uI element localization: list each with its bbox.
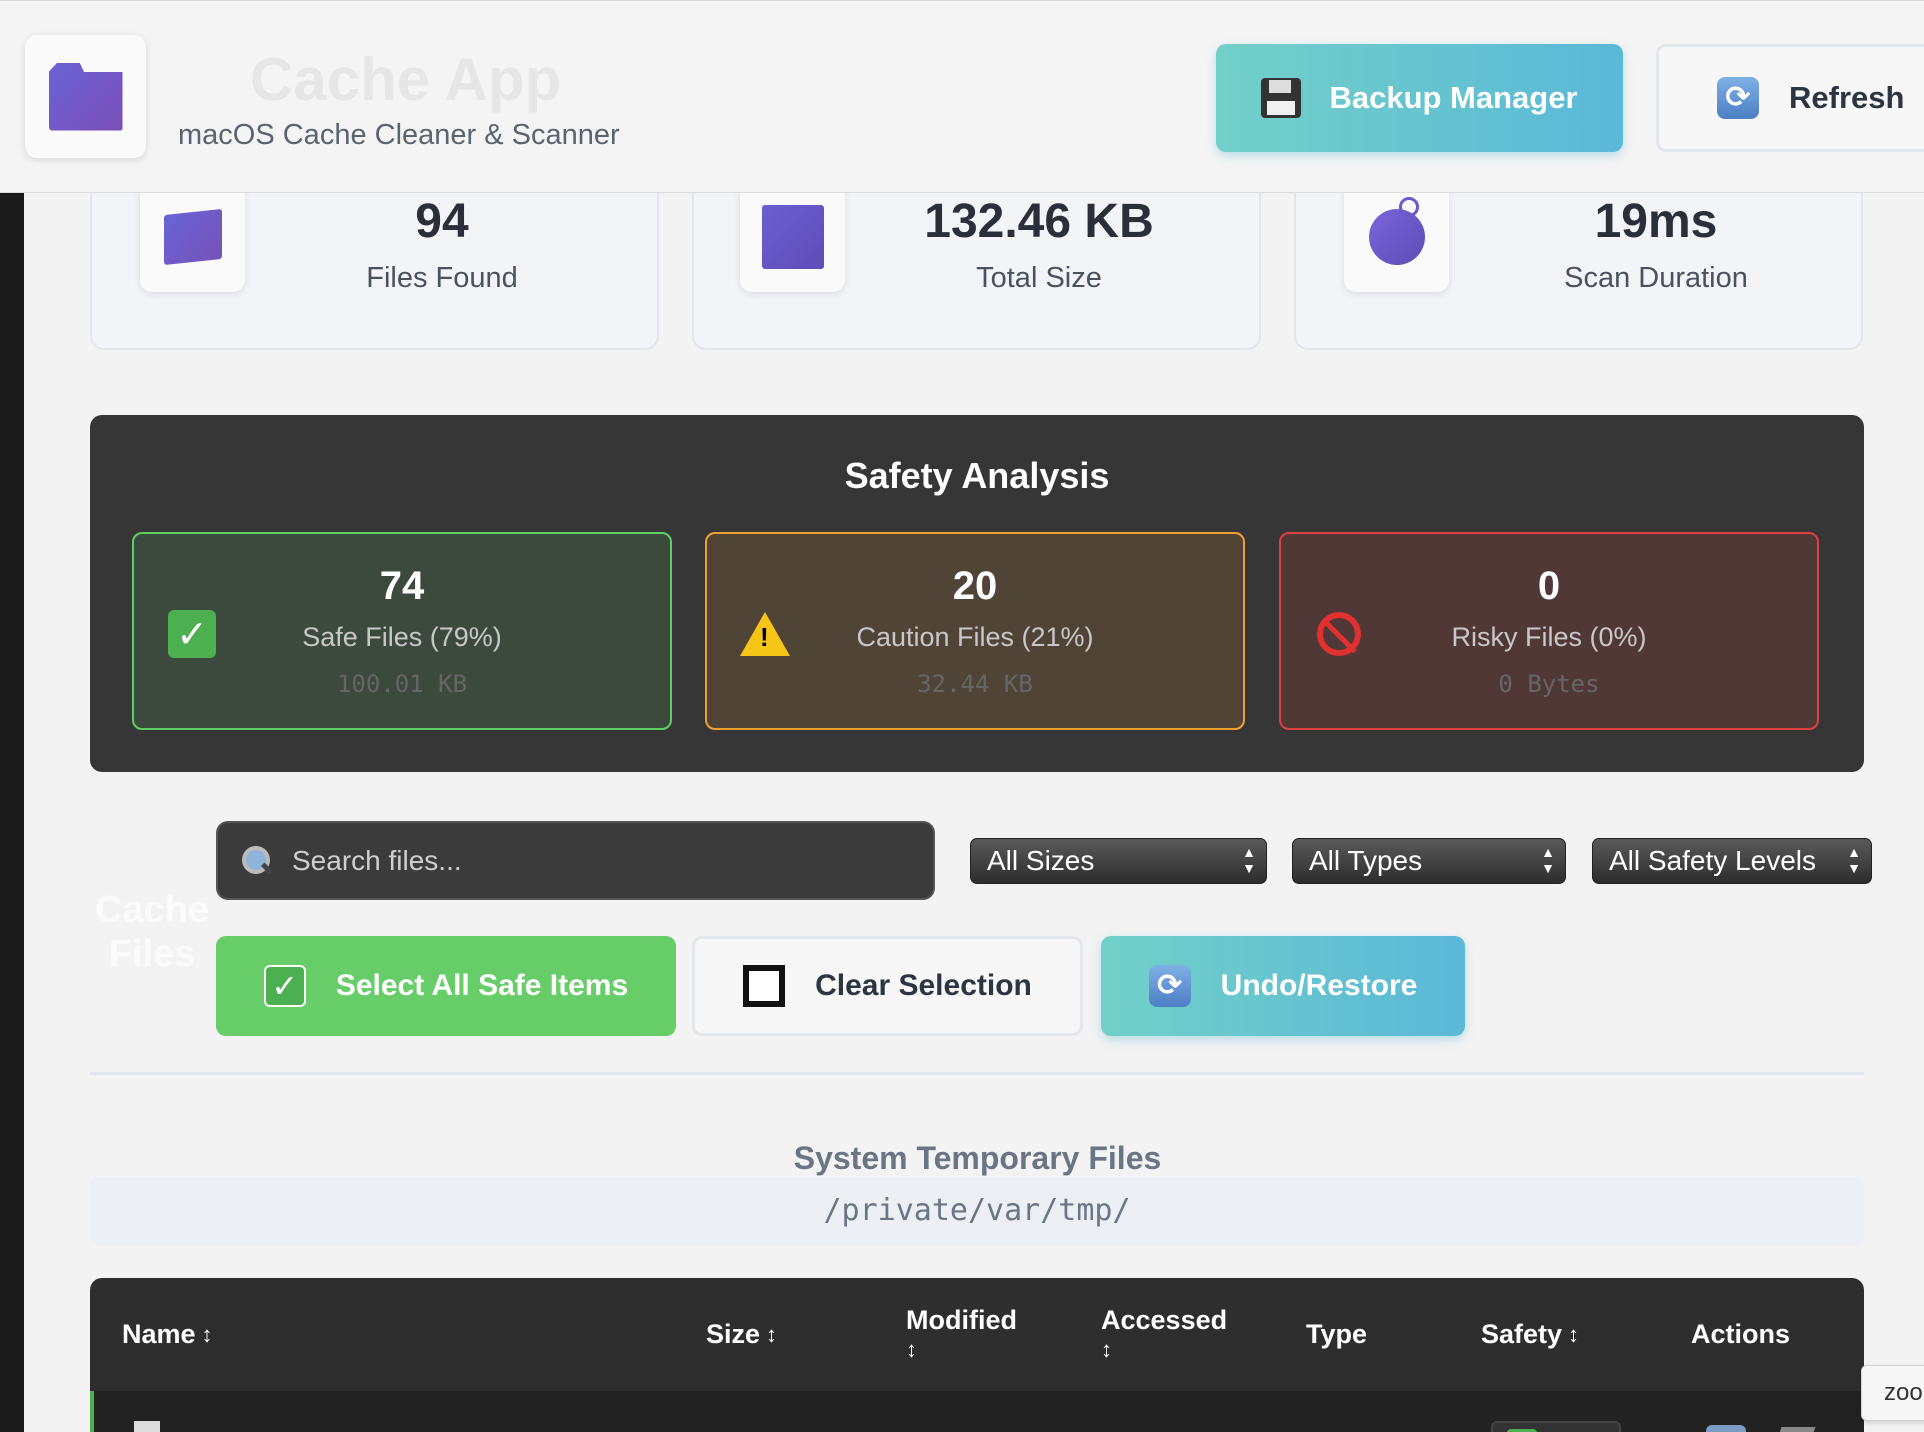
info-icon[interactable] (1706, 1425, 1746, 1432)
size-filter-select[interactable]: All Sizes ▲ ▼ (970, 838, 1267, 884)
risky-size: 0 Bytes (1498, 670, 1600, 698)
left-edge-strip (0, 193, 24, 1432)
app-title: Cache App (250, 46, 562, 113)
stat-value: 132.46 KB (924, 195, 1154, 248)
folder-icon (163, 208, 222, 266)
stat-value: 19ms (1594, 195, 1718, 248)
select-all-safe-label: Select All Safe Items (335, 969, 629, 1002)
cache-files-label: Cache Files (94, 889, 210, 975)
delete-icon[interactable] (1776, 1427, 1816, 1432)
stat-label: Scan Duration (1564, 262, 1748, 294)
caution-count: 20 (952, 564, 998, 608)
check-icon: ✓ (263, 965, 306, 1007)
search-box[interactable] (216, 821, 935, 900)
stat-card-size: 132.46 KB Total Size (692, 170, 1261, 350)
stat-card-files: 94 Files Found (90, 170, 659, 350)
column-header-safety[interactable]: Safety ↕ (1481, 1278, 1579, 1391)
safety-filter-select[interactable]: All Safety Levels ▲ ▼ (1592, 838, 1872, 884)
column-label: Size (706, 1319, 761, 1349)
column-label: Modified (906, 1304, 1017, 1335)
app-subtitle: macOS Cache Cleaner & Scanner (178, 119, 620, 151)
select-arrows-icon: ▲ ▼ (1242, 844, 1256, 876)
app-logo (25, 35, 146, 158)
type-filter-select[interactable]: All Types ▲ ▼ (1292, 838, 1566, 884)
undo-restore-button[interactable]: ⟳ Undo/Restore (1101, 936, 1465, 1036)
category-title: System Temporary Files (793, 1140, 1162, 1176)
column-header-modified[interactable]: Modified ↕ (906, 1278, 1017, 1391)
column-header-type: Type (1306, 1278, 1367, 1391)
caution-size: 32.44 KB (917, 670, 1033, 698)
sort-icon: ↕ (201, 1321, 213, 1347)
stat-icon-box (1344, 182, 1449, 292)
backup-manager-button[interactable]: Backup Manager (1216, 44, 1623, 152)
caution-label: Caution Files (21%) (856, 622, 1094, 652)
safety-analysis-title: Safety Analysis (844, 455, 1110, 496)
safety-filter-value: All Safety Levels (1609, 845, 1816, 876)
select-arrows-icon: ▲ ▼ (1541, 844, 1555, 876)
refresh-label: Refresh (1789, 80, 1905, 115)
sort-icon: ↕ (1568, 1321, 1580, 1347)
stat-label: Total Size (976, 262, 1102, 294)
refresh-icon: ⟳ (1148, 965, 1191, 1007)
column-label: Actions (1691, 1319, 1791, 1349)
stat-label: Files Found (366, 262, 518, 294)
column-header-actions: Actions (1691, 1278, 1790, 1391)
caution-files-card[interactable]: ! 20 Caution Files (21%) 32.44 KB (705, 532, 1245, 730)
risky-files-card[interactable]: 0 Risky Files (0%) 0 Bytes (1279, 532, 1819, 730)
sort-icon: ↕ (1101, 1336, 1112, 1362)
safety-badge (1491, 1421, 1621, 1432)
sort-icon: ↕ (906, 1336, 917, 1362)
safe-count: 74 (379, 564, 425, 608)
safety-analysis-panel: Safety Analysis ✓ 74 Safe Files (79%) 10… (90, 415, 1864, 772)
search-icon (240, 844, 274, 878)
disk-icon (761, 205, 824, 269)
zoom-tooltip: zoo (1861, 1365, 1924, 1421)
stat-icon-box (140, 182, 245, 292)
size-filter-value: All Sizes (987, 845, 1095, 876)
search-input[interactable] (292, 844, 892, 877)
select-arrows-icon: ▲ ▼ (1847, 844, 1861, 876)
safe-size: 100.01 KB (336, 670, 468, 698)
type-filter-value: All Types (1309, 845, 1423, 876)
file-icon (134, 1421, 160, 1432)
backup-manager-label: Backup Manager (1329, 80, 1578, 115)
stat-card-duration: 19ms Scan Duration (1294, 170, 1863, 350)
stat-icon-box (740, 182, 845, 292)
column-header-name[interactable]: Name ↕ (122, 1278, 213, 1391)
floppy-disk-icon (1261, 78, 1302, 118)
column-label: Name (122, 1319, 196, 1349)
column-header-size[interactable]: Size ↕ (706, 1278, 777, 1391)
category-path: /private/var/tmp/ (90, 1177, 1864, 1245)
select-all-safe-button[interactable]: ✓ Select All Safe Items (216, 936, 676, 1036)
files-table: Name ↕ Size ↕ Modified ↕ Accessed ↕ Type… (90, 1278, 1864, 1432)
stat-value: 94 (415, 195, 469, 248)
section-divider (90, 1072, 1864, 1075)
column-label: Safety (1481, 1319, 1563, 1349)
risky-count: 0 (1537, 564, 1561, 608)
refresh-icon: ⟳ (1717, 77, 1759, 119)
sort-icon: ↕ (766, 1321, 778, 1347)
risky-label: Risky Files (0%) (1451, 622, 1647, 652)
refresh-button[interactable]: ⟳ Refresh (1656, 44, 1924, 152)
app-header: Cache App macOS Cache Cleaner & Scanner … (0, 0, 1924, 193)
undo-restore-label: Undo/Restore (1220, 969, 1418, 1002)
safe-files-card[interactable]: ✓ 74 Safe Files (79%) 100.01 KB (132, 532, 672, 730)
table-row[interactable] (90, 1391, 1864, 1432)
column-header-accessed[interactable]: Accessed ↕ (1101, 1278, 1227, 1391)
column-label: Accessed (1101, 1304, 1228, 1335)
folder-icon (48, 62, 123, 131)
bomb-icon (1368, 197, 1425, 265)
clear-selection-label: Clear Selection (815, 969, 1032, 1002)
safe-label: Safe Files (79%) (302, 622, 502, 652)
clear-selection-button[interactable]: Clear Selection (692, 936, 1083, 1036)
column-label: Type (1306, 1319, 1368, 1349)
empty-square-icon (743, 965, 786, 1007)
